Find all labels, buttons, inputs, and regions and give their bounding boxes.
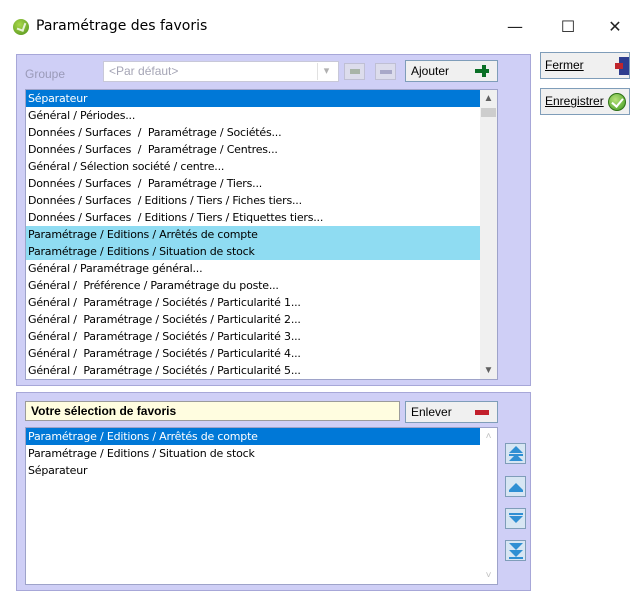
ajouter-button[interactable]: Ajouter — [405, 60, 498, 82]
move-up-button[interactable] — [505, 476, 526, 497]
list-item[interactable]: Séparateur — [26, 90, 481, 107]
list-item[interactable]: Paramétrage / Editions / Arrêtés de comp… — [26, 226, 481, 243]
list-item[interactable]: Données / Surfaces / Paramétrage / Socié… — [26, 124, 481, 141]
list-item[interactable]: Séparateur — [26, 462, 481, 479]
check-ok-icon — [608, 93, 626, 111]
list-item[interactable]: Données / Surfaces / Editions / Tiers / … — [26, 209, 481, 226]
list-item[interactable]: Données / Surfaces / Paramétrage / Centr… — [26, 141, 481, 158]
vertical-scrollbar[interactable]: ▲ ▼ — [480, 90, 497, 379]
favorites-source-panel: Groupe <Par défaut> ▾ Ajouter Séparateur… — [16, 54, 531, 386]
enlever-label: Enlever — [411, 405, 452, 419]
move-down-button[interactable] — [505, 508, 526, 529]
list-item[interactable]: Données / Surfaces / Editions / Tiers / … — [26, 192, 481, 209]
list-item[interactable]: Données / Surfaces / Paramétrage / Tiers… — [26, 175, 481, 192]
list-item[interactable]: Général / Paramétrage / Centres / Partic… — [26, 379, 481, 380]
move-bottom-button[interactable] — [505, 540, 526, 561]
list-item[interactable]: Général / Paramétrage / Sociétés / Parti… — [26, 328, 481, 345]
add-icon — [475, 65, 489, 77]
list-item[interactable]: Général / Paramétrage / Sociétés / Parti… — [26, 294, 481, 311]
list-item[interactable]: Général / Paramétrage / Sociétés / Parti… — [26, 311, 481, 328]
title-bar: Paramétrage des favoris — ☐ ✕ — [0, 0, 630, 46]
list-item[interactable]: Général / Paramétrage général... — [26, 260, 481, 277]
selected-favorites-list[interactable]: Paramétrage / Editions / Arrêtés de comp… — [25, 427, 498, 585]
scroll-up-icon[interactable]: ▲ — [480, 90, 497, 107]
app-check-icon — [13, 19, 29, 35]
selection-title: Votre sélection de favoris — [25, 401, 400, 421]
list-item[interactable]: Général / Sélection société / centre... — [26, 158, 481, 175]
close-window-button[interactable]: ✕ — [595, 12, 630, 42]
scroll-up-icon: ˄ — [485, 431, 492, 442]
window-title: Paramétrage des favoris — [36, 18, 208, 34]
minus-icon — [475, 410, 489, 415]
maximize-button[interactable]: ☐ — [548, 12, 588, 42]
list-item[interactable]: Paramétrage / Editions / Situation de st… — [26, 445, 481, 462]
scroll-down-icon: ˅ — [485, 570, 492, 581]
fermer-button[interactable]: Fermer — [540, 52, 630, 79]
groupe-label: Groupe — [25, 67, 66, 81]
enregistrer-label: Enregistrer — [545, 94, 604, 108]
scroll-down-icon[interactable]: ▼ — [480, 362, 497, 379]
move-up-icon — [509, 483, 523, 490]
group-remove-icon[interactable] — [375, 63, 396, 80]
list-item[interactable]: Paramétrage / Editions / Arrêtés de comp… — [26, 428, 481, 445]
scroll-thumb[interactable] — [481, 108, 496, 117]
vertical-scrollbar-disabled: ˄ ˅ — [480, 428, 497, 584]
chevron-down-icon[interactable]: ▾ — [317, 63, 335, 80]
favorites-selection-panel: Votre sélection de favoris Enlever Param… — [16, 392, 531, 591]
fermer-label: Fermer — [545, 58, 584, 72]
enregistrer-button[interactable]: Enregistrer — [540, 88, 630, 115]
minimize-button[interactable]: — — [495, 12, 535, 42]
enlever-button[interactable]: Enlever — [405, 401, 498, 423]
list-item[interactable]: Paramétrage / Editions / Situation de st… — [26, 243, 481, 260]
list-item[interactable]: Général / Préférence / Paramétrage du po… — [26, 277, 481, 294]
move-down-icon — [509, 516, 523, 523]
groupe-select[interactable]: <Par défaut> — [103, 61, 339, 82]
list-item[interactable]: Général / Périodes... — [26, 107, 481, 124]
move-top-button[interactable] — [505, 443, 526, 464]
list-item[interactable]: Général / Paramétrage / Sociétés / Parti… — [26, 345, 481, 362]
list-item[interactable]: Général / Paramétrage / Sociétés / Parti… — [26, 362, 481, 379]
ajouter-label: Ajouter — [411, 64, 450, 78]
available-favorites-list[interactable]: Séparateur Général / Périodes... Données /… — [25, 89, 498, 380]
exit-door-icon — [615, 57, 629, 75]
group-add-icon[interactable] — [344, 63, 365, 80]
